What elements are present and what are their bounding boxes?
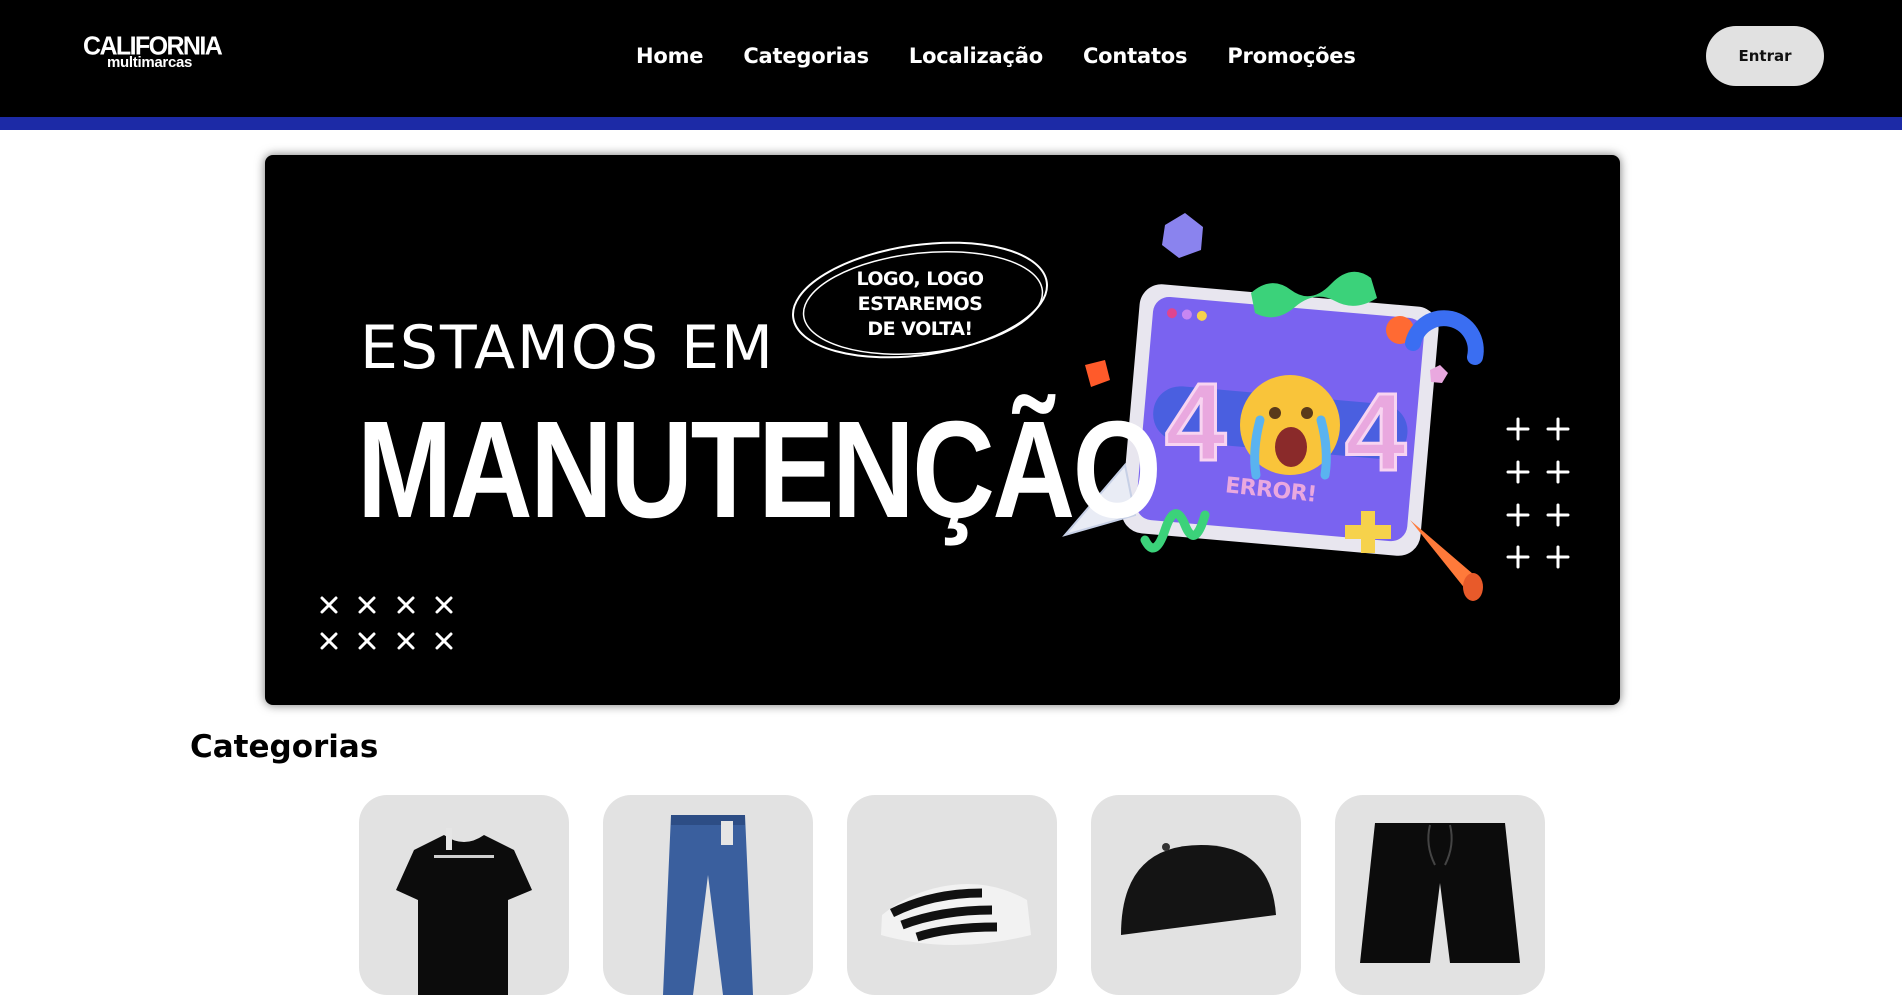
banner-subtitle: ESTAMOS EM: [360, 313, 775, 383]
decorative-x-marks: [320, 596, 453, 650]
svg-text:4: 4: [1345, 371, 1406, 494]
nav-item-categorias[interactable]: Categorias: [743, 38, 869, 74]
bubble-line: LOGO, LOGO: [856, 268, 984, 290]
categories-heading: Categorias: [190, 729, 379, 765]
nav-item-home[interactable]: Home: [636, 38, 704, 74]
category-card-tshirts[interactable]: [359, 795, 569, 995]
nav-item-promocoes[interactable]: Promoções: [1227, 38, 1356, 74]
cap-icon: [1121, 843, 1276, 935]
sneaker-icon: [881, 884, 1031, 945]
nav-item-contatos[interactable]: Contatos: [1083, 38, 1188, 74]
shorts-icon: [1360, 823, 1520, 963]
decorative-plus-marks: [1506, 417, 1570, 569]
maintenance-banner: 4 4 ESTAMOS EM MANUTENÇÃO LOGO, LOGO EST…: [265, 155, 1620, 705]
categories-list: [359, 795, 1545, 995]
nav-item-localizacao[interactable]: Localização: [909, 38, 1043, 74]
category-card-caps[interactable]: [1091, 795, 1301, 995]
header-accent-stripe: [0, 117, 1902, 130]
site-header: CALIFORNIA multimarcas Home Categorias L…: [0, 0, 1902, 117]
category-card-sneakers[interactable]: [847, 795, 1057, 995]
banner-title: MANUTENÇÃO: [357, 393, 1162, 547]
bubble-line: DE VOLTA!: [867, 318, 973, 340]
logo-wordmark: CALIFORNIA: [83, 31, 223, 61]
login-button[interactable]: Entrar: [1706, 26, 1824, 86]
category-card-shorts[interactable]: [1335, 795, 1545, 995]
category-card-jeans[interactable]: [603, 795, 813, 995]
brand-logo[interactable]: CALIFORNIA multimarcas: [83, 31, 228, 74]
jeans-icon: [663, 815, 753, 995]
speech-bubble: LOGO, LOGO ESTAREMOS DE VOLTA!: [820, 267, 1020, 342]
svg-text:4: 4: [1165, 361, 1226, 484]
tshirt-icon: [396, 828, 532, 995]
bubble-line: ESTAREMOS: [857, 293, 983, 315]
main-nav: Home Categorias Localização Contatos Pro…: [636, 38, 1356, 74]
